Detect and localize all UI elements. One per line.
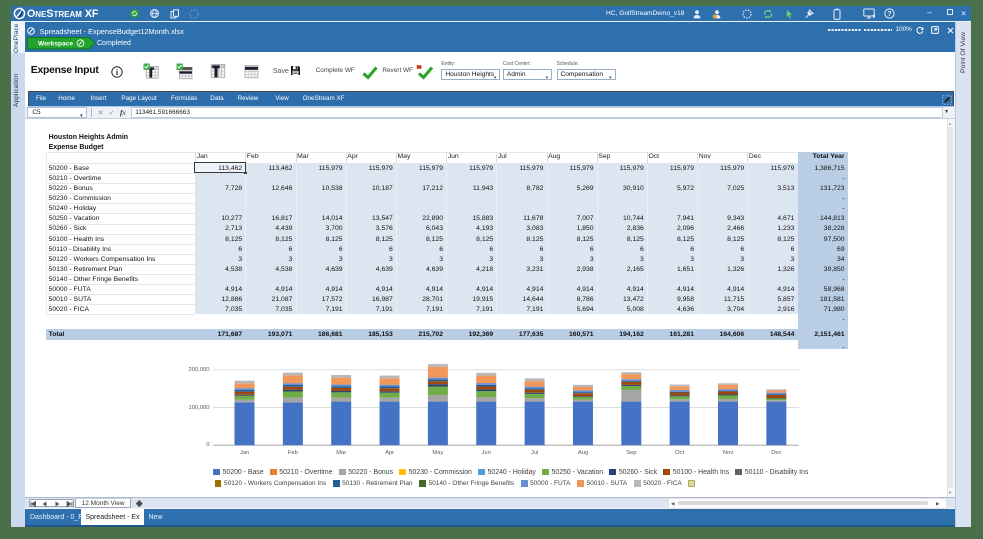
svg-text:★: ★ xyxy=(872,13,875,19)
svg-text:Workspace: Workspace xyxy=(38,41,73,48)
svg-text:?: ? xyxy=(887,11,891,18)
svg-text:i: i xyxy=(115,68,118,77)
